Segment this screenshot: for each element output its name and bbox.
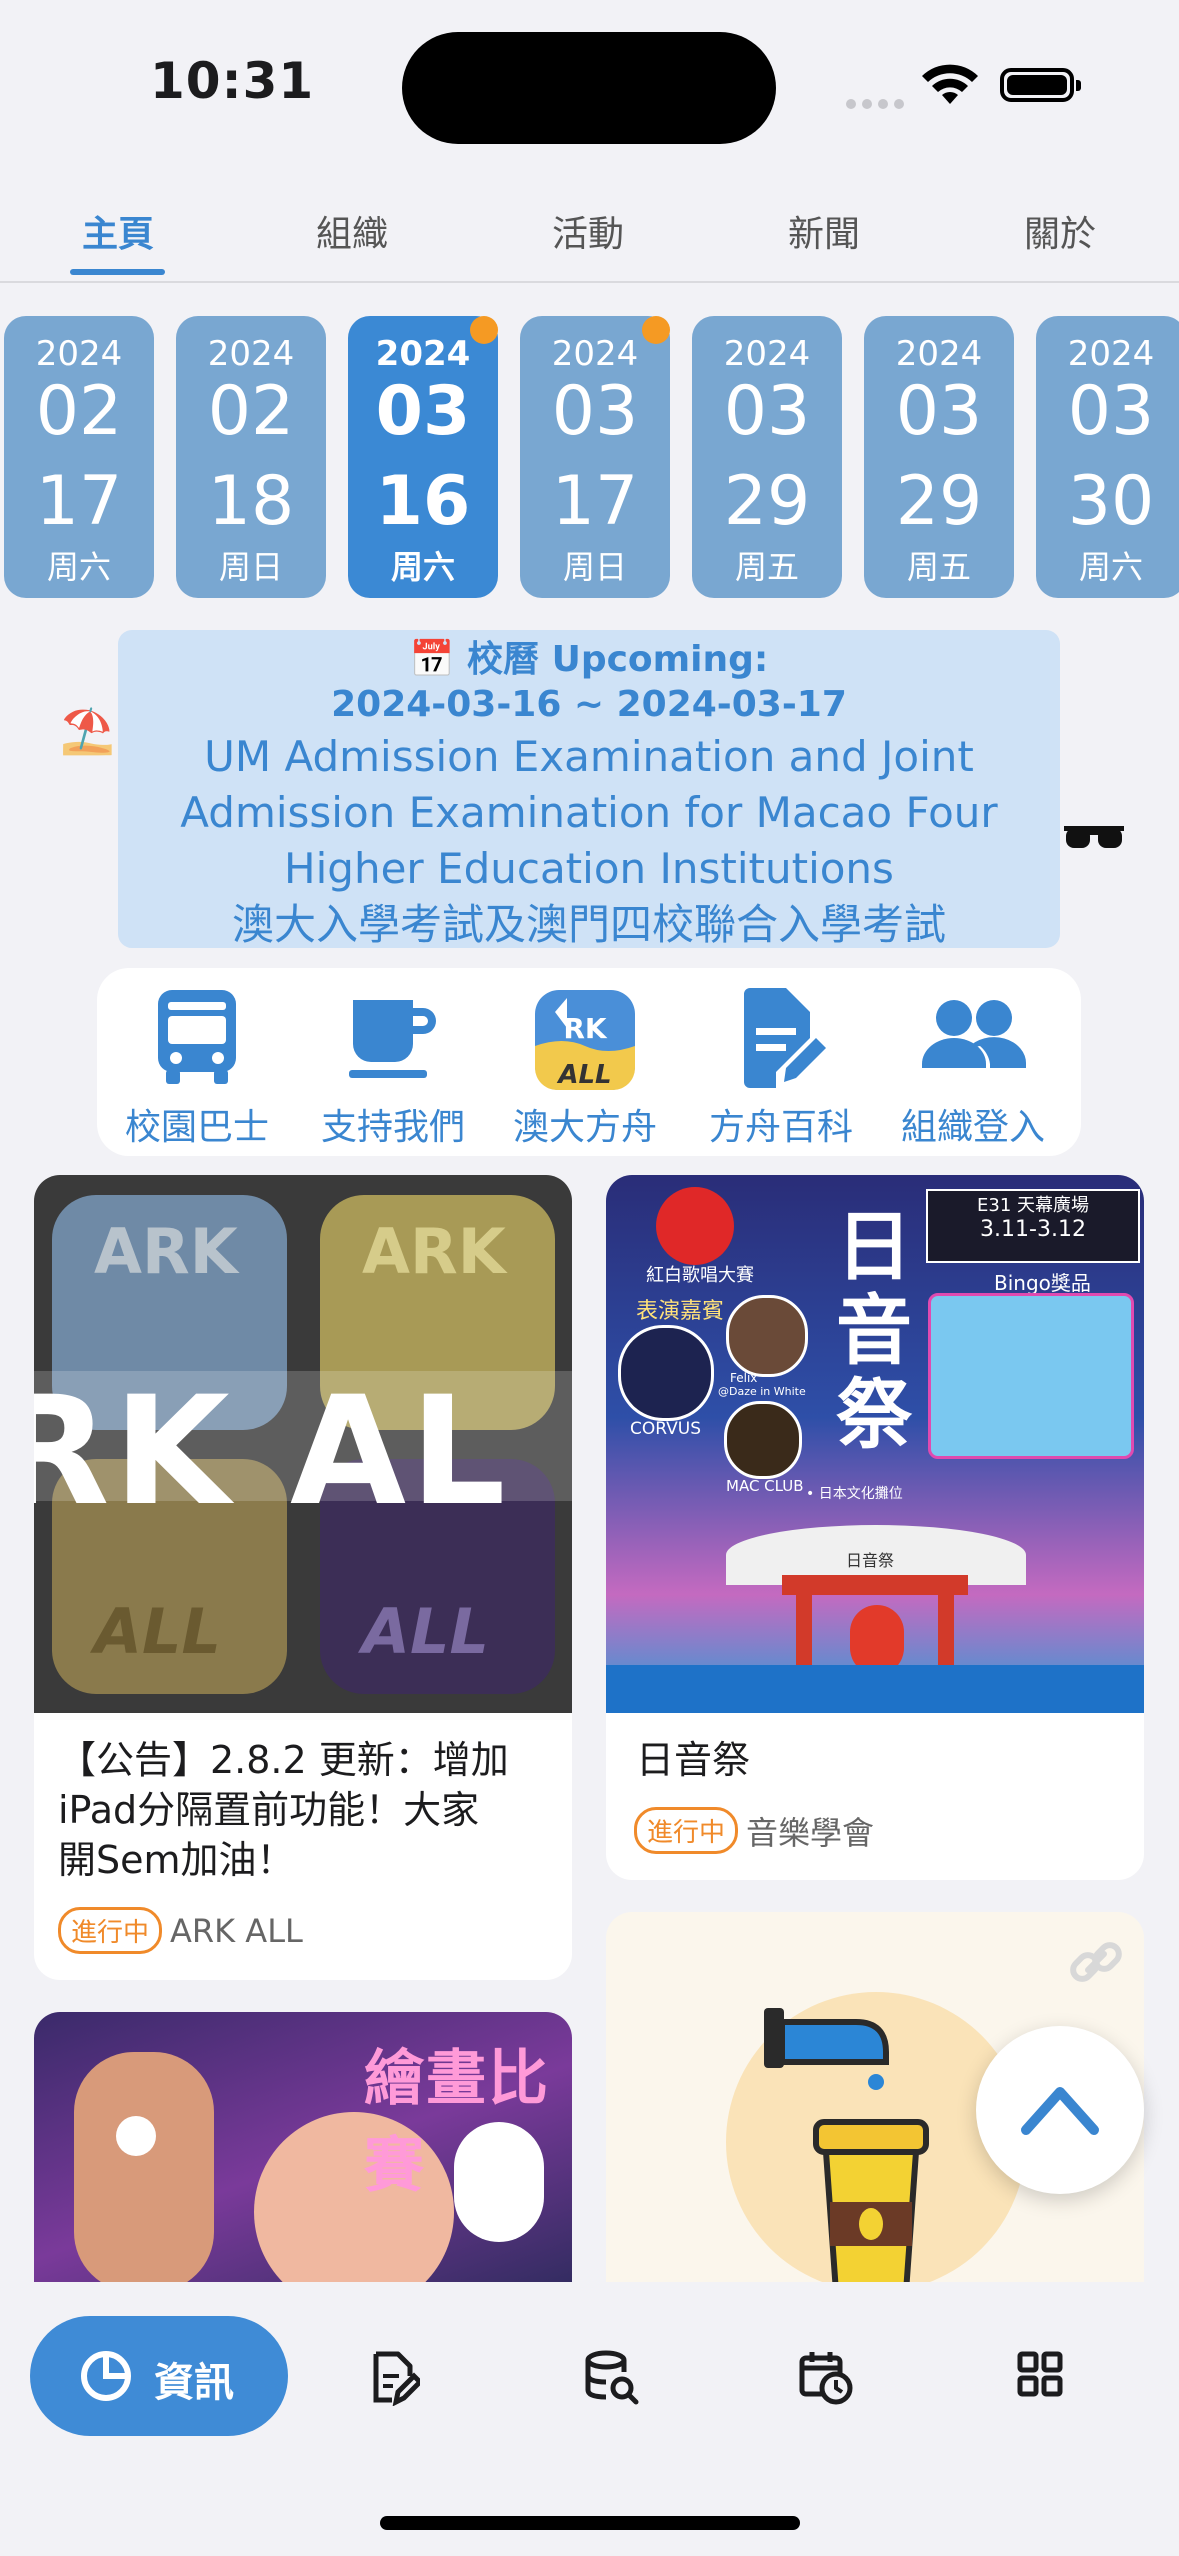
event-dot [642,316,670,344]
event-card[interactable]: 繪畫比賽 [34,2012,572,2312]
bus-icon [158,990,236,1084]
card-meta: 進行中 音樂學會 [634,1807,874,1854]
tab-events[interactable]: 活動 [508,205,668,257]
banner-line: Higher Education Institutions [284,844,894,893]
ark-logo-bottom: ALL [558,1060,612,1090]
card-title: 日音祭 [636,1738,751,1782]
action-label: 澳大方舟 [512,1107,657,1148]
poster-title: 日音祭 [836,1202,912,1459]
coffee-drip-illustration-icon [764,2008,929,2295]
card-image: ARK ARK ALL ALL RK AL [34,1175,572,1713]
scroll-to-top-button[interactable] [976,2026,1144,2194]
tab-news[interactable]: 新聞 [744,205,904,257]
banner-line: Admission Examination for Macao Four [180,788,998,837]
action-label: 組織登入 [900,1107,1045,1148]
edit-document-icon[interactable] [370,2350,420,2406]
banner-line: 澳大入學考試及澳門四校聯合入學考試 [231,900,946,949]
support-us-button[interactable]: 支持我們 [293,988,493,1148]
org-login-button[interactable]: 組織登入 [873,988,1073,1148]
ark-logo-top: RK [563,1012,607,1045]
ark-wiki-button[interactable]: 方舟百科 [681,988,881,1148]
date-chip[interactable]: 2024 03 29 周五 [864,316,1014,598]
campus-bus-button[interactable]: 校園巴士 [97,988,297,1148]
card-title: 【公告】2.8.2 更新：增加 iPad分隔置前功能！大家 開Sem加油！ [58,1738,509,1882]
nav-info-button[interactable]: 資訊 [30,2316,288,2436]
action-label: 校園巴士 [124,1107,269,1148]
umbrella-icon: ⛱️ [60,706,115,757]
status-badge: 進行中 [634,1807,739,1854]
date-chip[interactable]: 2024 02 18 周日 [176,316,326,598]
home-indicator[interactable] [380,2516,800,2530]
action-label: 方舟百科 [708,1107,853,1148]
banner-heading: 校曆 Upcoming: [467,639,769,680]
card-image-text: RK AL [34,1365,510,1539]
people-icon [922,1000,1027,1068]
date-chip-selected[interactable]: 2024 03 16 周六 [348,316,498,598]
card-org: ARK ALL [170,1911,303,1950]
card-meta: 進行中 ARK ALL [58,1907,303,1954]
link-icon [1070,1942,1122,1982]
tile-text: ARK [362,1215,506,1288]
date-chip[interactable]: 2024 03 29 周五 [692,316,842,598]
battery-icon [1000,68,1081,102]
event-dot [470,316,498,344]
action-label: 支持我們 [320,1107,465,1148]
tab-about[interactable]: 關於 [980,205,1140,257]
calendar-clock-icon[interactable] [798,2350,854,2406]
active-tab-indicator [70,269,165,275]
card-image: 繪畫比賽 [34,2012,572,2312]
nav-label: 資訊 [154,2360,234,2406]
card-image: 紅白歌唱大賽 表演嘉賓 Felix @Daze in White CORVUS … [606,1175,1144,1713]
sunglasses-icon [1064,822,1124,856]
tab-organizations[interactable]: 組織 [272,205,432,257]
signal-dots-icon [846,94,910,113]
status-badge: 進行中 [58,1907,163,1954]
upcoming-banner[interactable]: 📅 校曆 Upcoming: 2024-03-16 ~ 2024-03-17 U… [118,630,1060,949]
event-card[interactable]: 紅白歌唱大賽 表演嘉賓 Felix @Daze in White CORVUS … [606,1175,1144,1880]
top-tab-bar: 主頁 組織 活動 新聞 關於 [0,195,1179,283]
calendar-icon: 📅 [409,639,455,680]
wifi-icon [920,62,980,110]
pie-chart-icon [81,2351,131,2401]
tab-home[interactable]: 主頁 [38,205,198,257]
date-chip[interactable]: 2024 03 30 周六 [1036,316,1179,598]
chevron-up-icon [1021,2087,1099,2135]
tile-text: ALL [362,1595,489,1668]
date-chip[interactable]: 2024 02 17 周六 [4,316,154,598]
card-org: 音樂學會 [746,1813,875,1852]
um-ark-button[interactable]: RK ALL 澳大方舟 [485,988,685,1148]
dynamic-island [402,32,776,144]
quick-actions: 校園巴士 支持我們 RK ALL 澳大方舟 方舟百科 組織登入 [97,968,1081,1156]
database-search-icon[interactable] [584,2350,640,2406]
status-time: 10:31 [150,52,315,110]
banner-line: UM Admission Examination and Joint [204,732,974,781]
tile-text: ARK [94,1215,238,1288]
banner-date-range: 2024-03-16 ~ 2024-03-17 [331,684,847,725]
coffee-cup-icon [349,1000,436,1078]
document-edit-icon [744,988,826,1088]
event-card[interactable]: ARK ARK ALL ALL RK AL 【公告】2.8.2 更新：增加 iP… [34,1175,572,1980]
date-chip[interactable]: 2024 03 17 周日 [520,316,670,598]
tile-text: ALL [94,1595,221,1668]
grid-icon[interactable] [1016,2350,1064,2398]
